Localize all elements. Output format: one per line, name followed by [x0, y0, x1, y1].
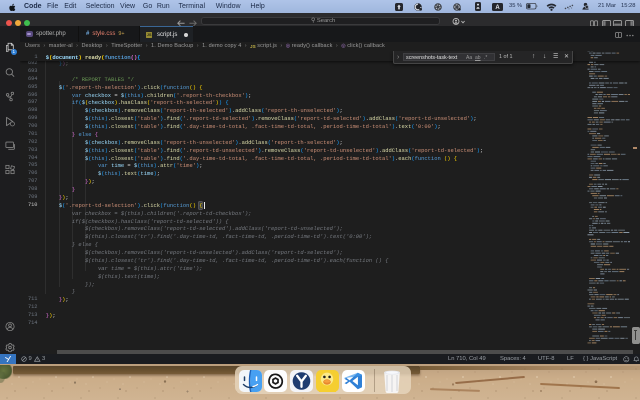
svg-text:A: A [495, 5, 500, 11]
